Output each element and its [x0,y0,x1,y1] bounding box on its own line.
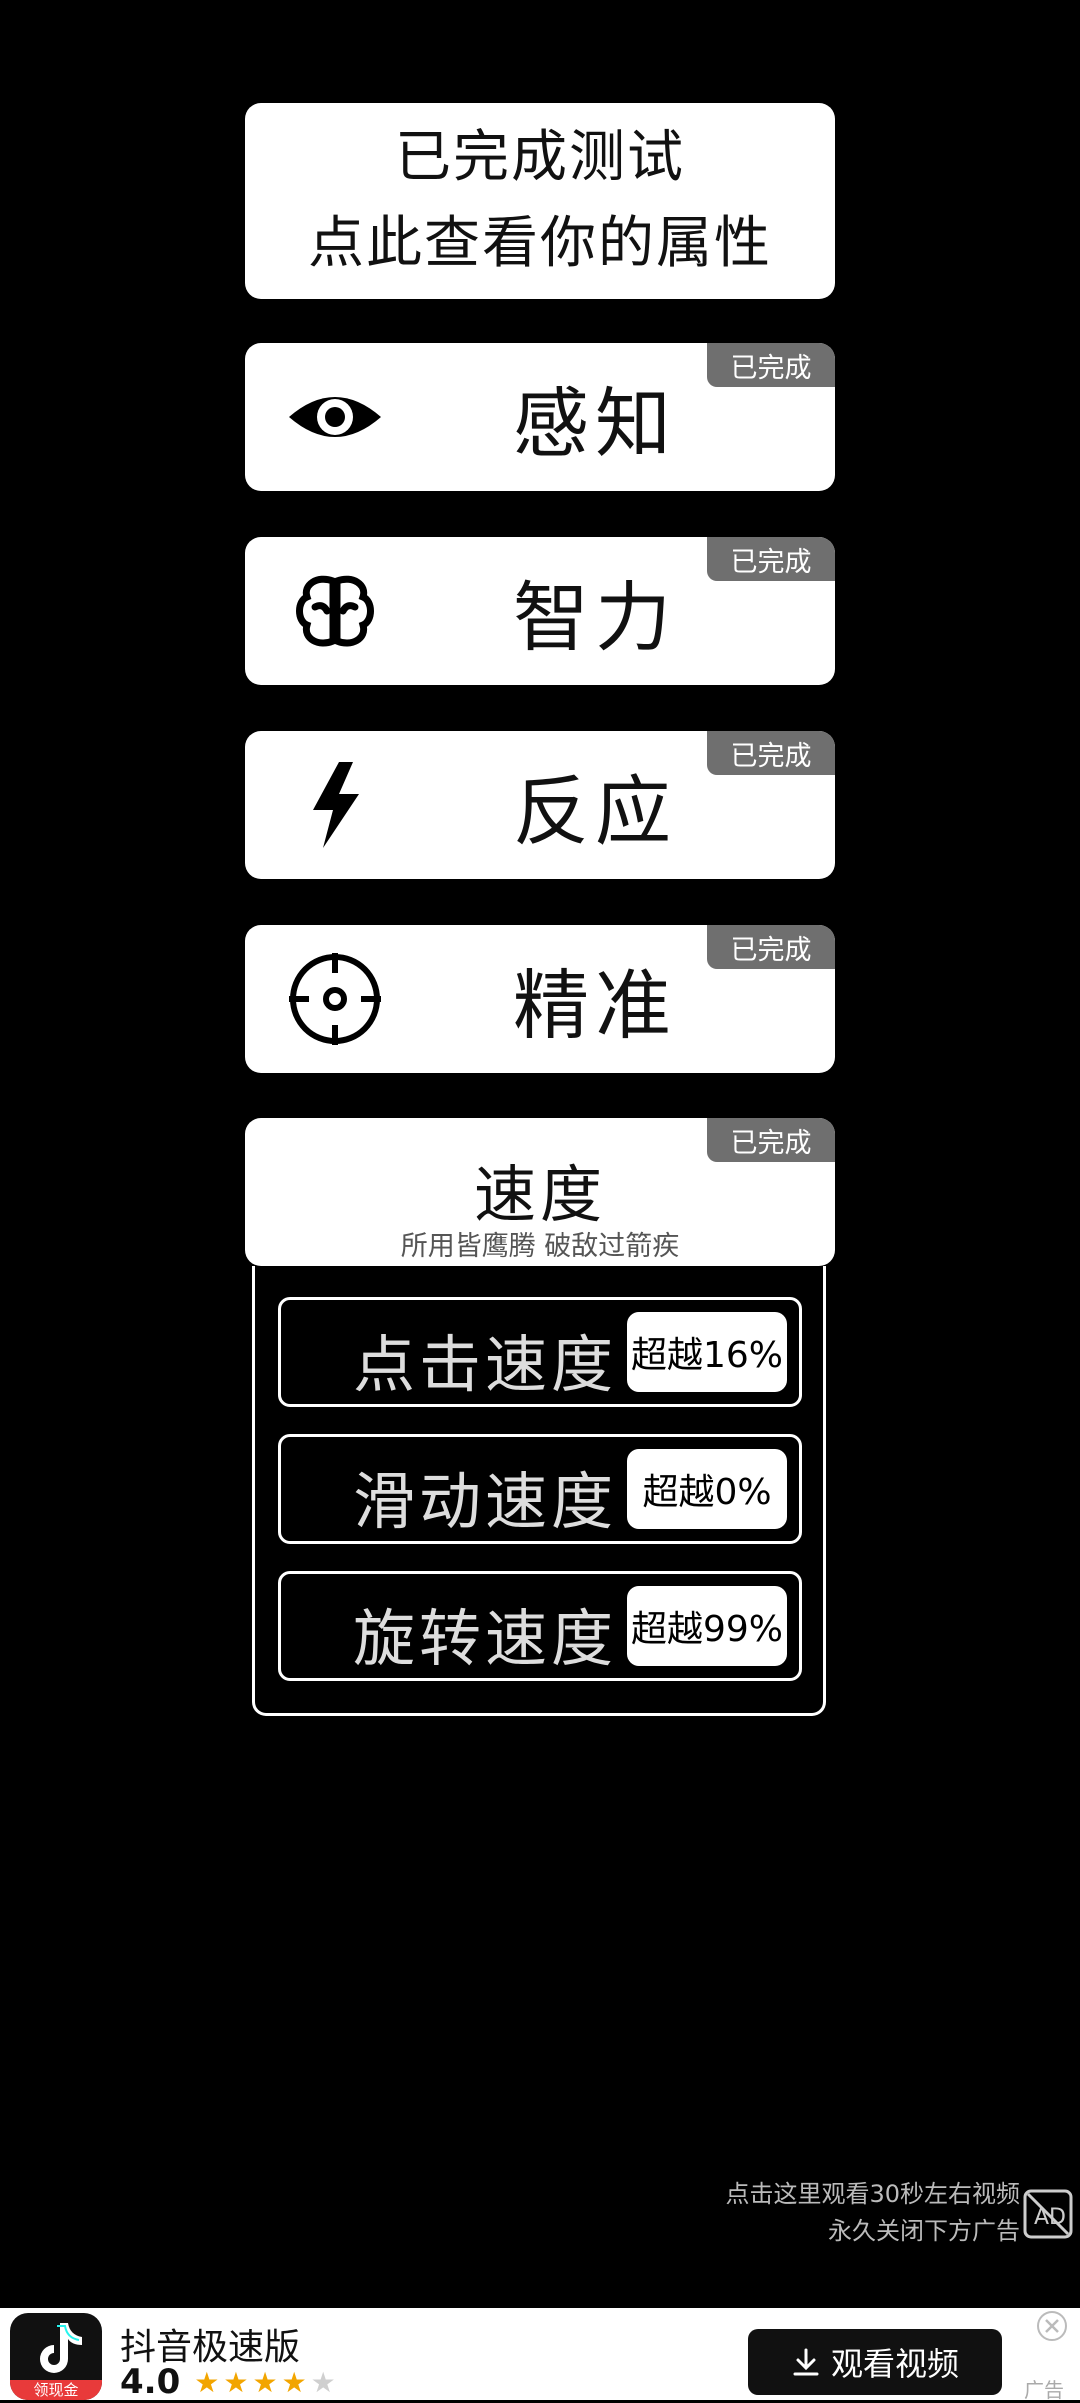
star-icon: ★ [281,2365,311,2399]
status-badge: 已完成 [707,731,835,775]
download-icon [793,2348,819,2376]
app-logo[interactable]: 领现金 [10,2313,102,2400]
remove-ad-line-1: 点击这里观看30秒左右视频 [725,2180,1020,2208]
watch-video-button[interactable]: 观看视频 [748,2329,1002,2395]
close-icon [1037,2311,1067,2341]
close-ad-button[interactable] [1036,2310,1068,2342]
star-icon: ★ [194,2365,224,2399]
metric-label: 旋转速度 [353,1602,618,1675]
metric-label: 滑动速度 [353,1465,618,1538]
metric-value: 超越16% [627,1312,787,1392]
metric-value: 超越0% [627,1449,787,1529]
metric-label: 点击速度 [353,1328,618,1401]
app-rating: 4.0 ★★★★★ [120,2362,340,2402]
speed-subtitle: 所用皆鹰腾 破敌过箭疾 [400,1231,680,1262]
metric-value: 超越99% [627,1586,787,1666]
no-ad-icon[interactable]: AD [1022,2188,1074,2240]
rating-value: 4.0 [120,2362,181,2402]
summary-line-2: 点此查看你的属性 [308,211,772,276]
star-icon: ★ [223,2365,253,2399]
remove-ad-line-2: 永久关闭下方广告 [828,2217,1020,2245]
remove-ad-prompt[interactable]: 点击这里观看30秒左右视频 永久关闭下方广告 [725,2176,1020,2250]
category-perception[interactable]: 感知 已完成 [245,343,835,491]
summary-line-1: 已完成测试 [395,125,685,190]
category-speed[interactable]: 速度 所用皆鹰腾 破敌过箭疾 已完成 [245,1118,835,1266]
category-intelligence[interactable]: 智力 已完成 [245,537,835,685]
category-reaction[interactable]: 反应 已完成 [245,731,835,879]
metric-tap-speed[interactable]: 点击速度 超越16% [278,1297,802,1407]
star-icon: ★ [310,2365,340,2399]
status-badge: 已完成 [707,343,835,387]
ad-label: 广告 [1024,2378,1064,2402]
summary-card[interactable]: 已完成测试 点此查看你的属性 [245,103,835,299]
status-badge: 已完成 [707,925,835,969]
rating-stars: ★★★★★ [194,2366,340,2399]
metric-swipe-speed[interactable]: 滑动速度 超越0% [278,1434,802,1544]
logo-caption: 领现金 [10,2380,102,2400]
star-icon: ★ [252,2365,282,2399]
status-badge: 已完成 [707,1118,835,1162]
status-badge: 已完成 [707,537,835,581]
tiktok-icon [40,2323,82,2373]
cta-label: 观看视频 [830,2345,959,2383]
category-precision[interactable]: 精准 已完成 [245,925,835,1073]
metric-rotate-speed[interactable]: 旋转速度 超越99% [278,1571,802,1681]
